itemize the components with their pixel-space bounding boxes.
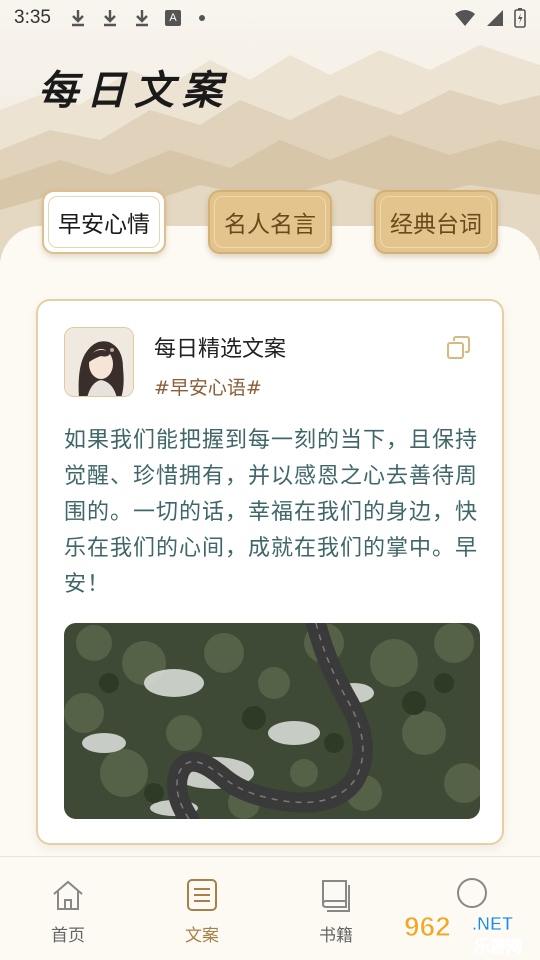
quote-text: 如果我们能把握到每一刻的当下，且保持觉醒、珍惜拥有，并以感恩之心去善待周围的。一… — [64, 428, 479, 597]
watermark-site-name: 乐游网 — [474, 937, 522, 956]
nav-copywriting[interactable]: 文案 — [152, 857, 252, 957]
download-icon — [135, 10, 148, 27]
nav-label: 首页 — [51, 926, 85, 946]
battery-charging-icon — [514, 8, 526, 28]
cellular-signal-icon — [487, 10, 503, 26]
tab-famous-quotes[interactable]: 名人名言 — [208, 190, 332, 254]
tab-label: 名人名言 — [224, 212, 316, 238]
tab-classic-lines[interactable]: 经典台词 — [374, 190, 498, 254]
download-icon — [103, 10, 116, 27]
status-bar: 3:35 A — [0, 0, 540, 36]
watermark-number: 962 — [404, 911, 451, 942]
category-tabs: 早安心情 名人名言 经典台词 — [0, 190, 540, 256]
font-a-icon: A — [164, 10, 181, 26]
watermark-logo: 962 .NET 乐游网 — [400, 906, 536, 957]
notification-dot-icon — [198, 15, 205, 21]
tab-morning-mood[interactable]: 早安心情 — [42, 190, 166, 254]
tab-label: 早安心情 — [58, 212, 150, 238]
tab-label: 经典台词 — [390, 212, 482, 238]
download-icon — [71, 10, 84, 27]
copy-icon[interactable] — [446, 335, 472, 361]
wifi-icon — [455, 10, 475, 26]
nav-label: 文案 — [185, 926, 219, 946]
document-icon — [187, 879, 217, 911]
nav-books[interactable]: 书籍 — [286, 857, 386, 957]
nav-label: 书籍 — [319, 926, 353, 946]
nav-home[interactable]: 首页 — [18, 857, 118, 957]
page-title: 每日文案 — [38, 67, 230, 114]
status-time: 3:35 — [14, 7, 51, 28]
avatar — [64, 327, 134, 397]
watermark-suffix: .NET — [472, 914, 513, 934]
card-tag: #早安心语# — [154, 377, 262, 399]
quote-card: 每日精选文案 #早安心语# 如果我们能把握到每一刻的当下，且保持觉醒、珍惜拥有，… — [36, 299, 504, 845]
scenic-road-image — [64, 623, 480, 819]
home-icon — [53, 880, 83, 910]
book-icon — [322, 880, 350, 912]
card-title: 每日精选文案 — [154, 337, 287, 362]
